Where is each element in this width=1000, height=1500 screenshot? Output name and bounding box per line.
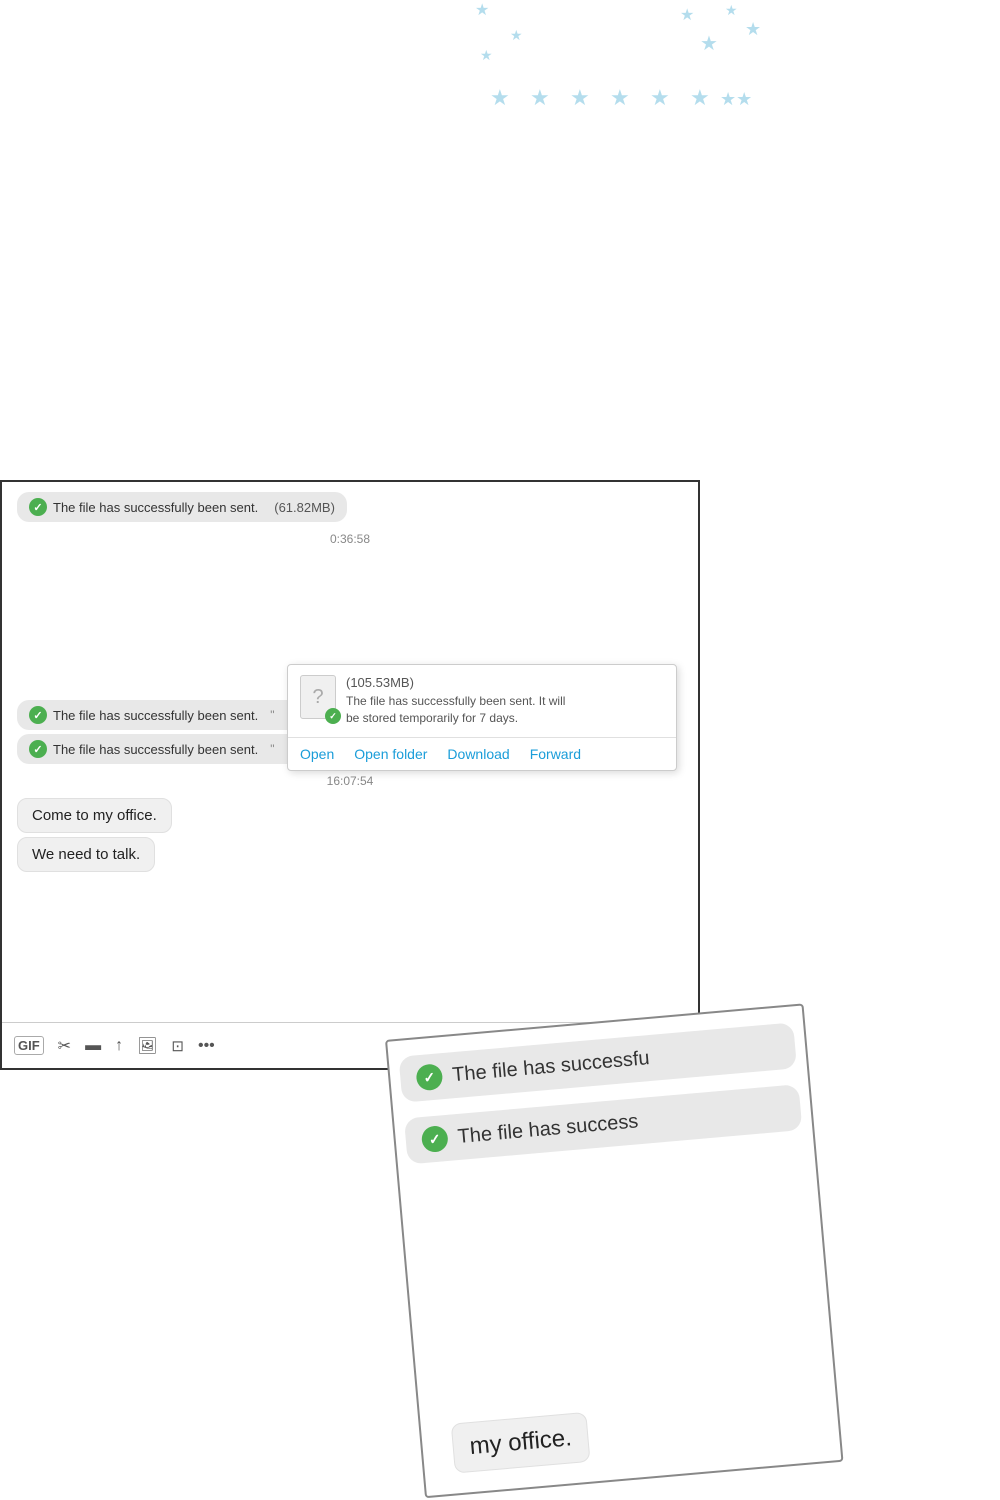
file-bubble-1: The file has successfully been sent. (61…	[17, 492, 347, 522]
share-icon[interactable]: ↑	[115, 1037, 123, 1055]
check-icon-1	[29, 498, 47, 516]
svg-text:★: ★	[530, 85, 550, 110]
folder-icon[interactable]: ▬	[85, 1037, 101, 1055]
context-popup-header: ? ✓ (105.53MB) The file has successfully…	[288, 665, 676, 738]
popup-desc: The file has successfully been sent. It …	[346, 693, 565, 727]
zoomed-text-1: The file has successfu	[451, 1047, 650, 1087]
popup-open-btn[interactable]: Open	[300, 746, 334, 762]
chat-messages: The file has successfully been sent. (61…	[2, 482, 698, 1022]
svg-text:★: ★	[700, 33, 718, 55]
svg-text:★: ★	[570, 85, 590, 110]
check-icon-3	[29, 740, 47, 758]
file-text-2: The file has successfully been sent.	[53, 708, 258, 723]
zoomed-check-1	[415, 1063, 443, 1091]
timestamp-3: 16:07:54	[17, 774, 683, 788]
svg-text:★: ★	[745, 19, 761, 39]
popup-size: (105.53MB)	[346, 675, 565, 690]
more-options-icon[interactable]: •••	[198, 1037, 215, 1055]
popup-openfolder-btn[interactable]: Open folder	[354, 746, 427, 762]
svg-text:★: ★	[610, 85, 630, 110]
file-size-1: (61.82MB)	[264, 500, 335, 515]
chat-window: The file has successfully been sent. (61…	[0, 480, 700, 1070]
svg-text:★: ★	[510, 27, 523, 43]
image-icon[interactable]: 🖼	[137, 1036, 157, 1056]
svg-text:★: ★	[475, 2, 489, 19]
context-popup: ? ✓ (105.53MB) The file has successfully…	[287, 664, 677, 771]
svg-text:★★: ★★	[720, 89, 752, 109]
file-icon: ? ✓	[300, 675, 336, 719]
zoomed-text-2: The file has success	[457, 1110, 640, 1149]
mini-check-icon: ✓	[325, 708, 341, 724]
timestamp-1: 0:36:58	[17, 532, 683, 546]
check-icon-2	[29, 706, 47, 724]
file-text-3: The file has successfully been sent.	[53, 742, 258, 757]
we-need-to-talk-bubble: We need to talk.	[17, 837, 155, 872]
svg-text:★: ★	[490, 85, 510, 110]
svg-text:★: ★	[480, 47, 493, 63]
zoomed-office-bubble: my office.	[451, 1412, 591, 1474]
svg-text:★: ★	[650, 85, 670, 110]
svg-text:★: ★	[690, 85, 710, 110]
stars-decoration: ★ ★ ★ ★ ★ ★ ★★ ★ ★ ★ ★ ★ ★ ★	[0, 0, 1000, 130]
popup-download-btn[interactable]: Download	[447, 746, 509, 762]
come-to-office-bubble: Come to my office.	[17, 798, 172, 833]
gif-button[interactable]: GIF	[14, 1036, 44, 1055]
zoomed-check-2	[421, 1125, 449, 1153]
popup-forward-btn[interactable]: Forward	[530, 746, 581, 762]
file-text-1: The file has successfully been sent.	[53, 500, 258, 515]
zoomed-panel: The file has successfu The file has succ…	[385, 1003, 843, 1498]
svg-text:★: ★	[680, 7, 694, 24]
popup-info: (105.53MB) The file has successfully bee…	[346, 675, 565, 727]
scissors-icon[interactable]: ✂	[58, 1036, 71, 1056]
svg-text:★: ★	[725, 2, 738, 18]
screenshot-icon[interactable]: ⊡	[171, 1037, 184, 1055]
popup-actions: Open Open folder Download Forward	[288, 738, 676, 770]
